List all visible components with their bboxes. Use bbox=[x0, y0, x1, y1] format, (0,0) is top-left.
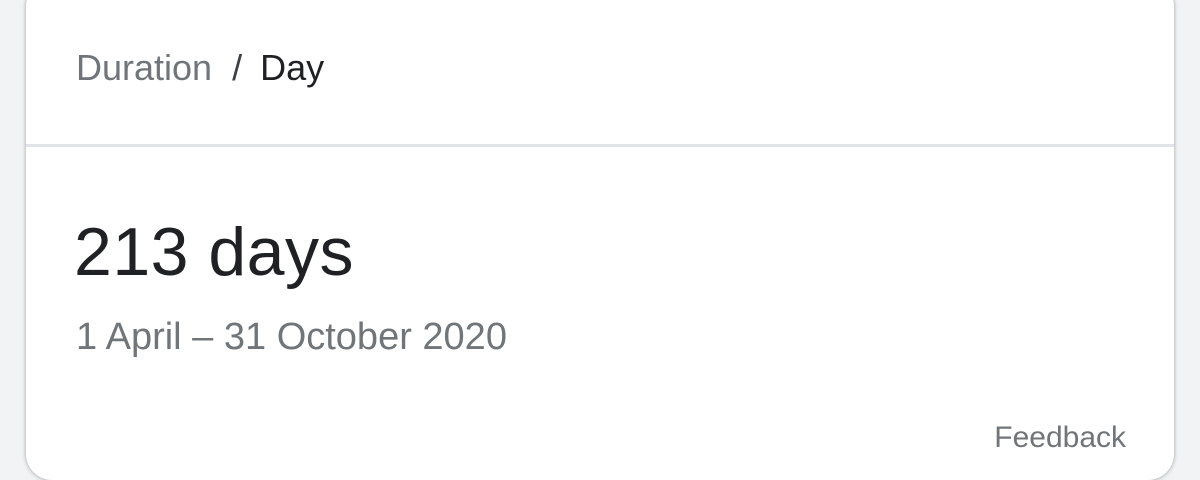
breadcrumb-duration-link[interactable]: Duration bbox=[76, 47, 212, 88]
breadcrumb-current-day: Day bbox=[260, 47, 325, 88]
duration-result-value: 213 days bbox=[74, 214, 354, 290]
header-divider bbox=[26, 144, 1174, 147]
breadcrumb: Duration / Day bbox=[76, 46, 324, 90]
duration-calculator-card: Duration / Day 213 days 1 April – 31 Octob… bbox=[26, 0, 1174, 480]
duration-date-range: 1 April – 31 October 2020 bbox=[76, 316, 507, 358]
feedback-link[interactable]: Feedback bbox=[994, 420, 1126, 456]
breadcrumb-separator: / bbox=[232, 47, 243, 88]
